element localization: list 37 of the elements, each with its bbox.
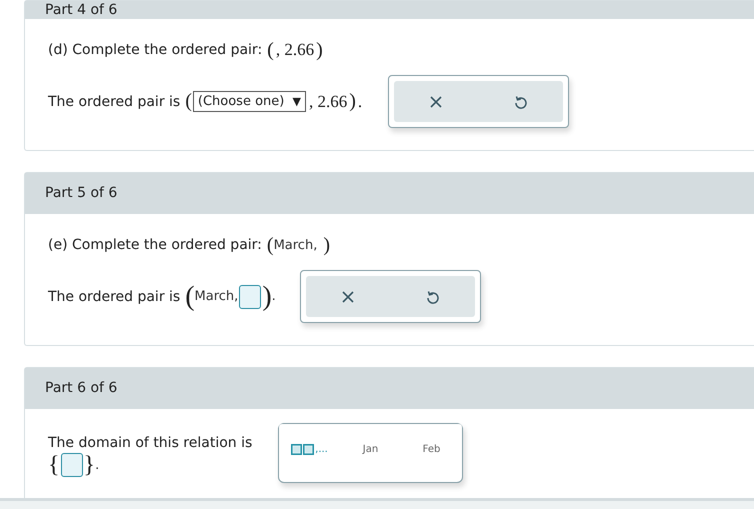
open-paren: ( xyxy=(267,38,274,62)
x-icon xyxy=(342,290,354,302)
period: . xyxy=(358,92,362,112)
pair-value: , 2.66 xyxy=(276,40,314,60)
x-icon xyxy=(430,96,442,108)
month-button[interactable]: Jan xyxy=(340,444,401,455)
answer-prompt: The ordered pair is xyxy=(48,288,180,304)
answer-box[interactable] xyxy=(60,453,83,477)
close-paren: ) xyxy=(349,90,356,113)
open-paren: ( xyxy=(185,282,195,310)
answer-prompt: The domain of this relation is xyxy=(48,435,252,451)
undo-icon xyxy=(514,94,528,108)
open-paren: ( xyxy=(185,90,192,113)
pair-value: March, xyxy=(274,238,318,252)
answer-prompt: The ordered pair is xyxy=(48,94,180,110)
open-brace: { xyxy=(48,453,60,477)
close-paren: ) xyxy=(323,234,330,256)
open-paren: ( xyxy=(266,234,274,256)
part-header: Part 4 of 6 xyxy=(25,1,754,19)
pair-value: , 2.66 xyxy=(308,92,348,112)
box-icon xyxy=(303,444,314,455)
close-paren: ) xyxy=(262,282,272,310)
set-template-button[interactable]: ,... xyxy=(279,444,340,455)
period: . xyxy=(272,289,276,304)
period: . xyxy=(95,458,100,472)
close-brace: } xyxy=(84,453,96,477)
part-header: Part 6 of 6 xyxy=(25,368,754,409)
close-paren: ) xyxy=(316,38,323,62)
choose-dropdown[interactable]: (Choose one) ▼ xyxy=(192,91,306,112)
undo-icon xyxy=(426,290,440,304)
pair-value: March, xyxy=(194,289,238,304)
question-text: (e) Complete the ordered pair: xyxy=(48,237,262,253)
answer-box[interactable] xyxy=(239,284,262,308)
question-text: (d) Complete the ordered pair: xyxy=(48,42,262,58)
box-icon xyxy=(291,444,302,455)
part-header: Part 5 of 6 xyxy=(25,173,754,214)
month-button[interactable]: Feb xyxy=(401,444,462,455)
